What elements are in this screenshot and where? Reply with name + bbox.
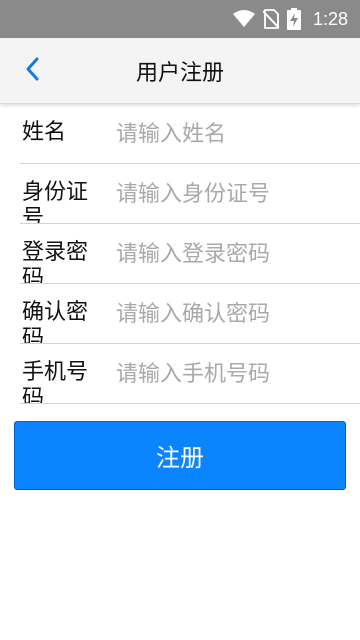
id-number-label: 身份证号 (22, 180, 89, 224)
phone-input[interactable] (116, 354, 356, 394)
status-bar: 1:28 (0, 0, 360, 38)
name-row: 姓名 (20, 104, 360, 164)
status-time: 1:28 (312, 8, 348, 29)
phone-row: 手机号码 (20, 344, 360, 404)
name-label: 姓名 (22, 120, 67, 145)
password-label: 登录密码 (22, 240, 89, 284)
password-input[interactable] (116, 234, 356, 274)
id-number-row: 身份证号 (20, 164, 360, 224)
name-input[interactable] (116, 114, 356, 154)
app-bar: 用户注册 (0, 38, 360, 104)
confirm-password-input[interactable] (116, 294, 356, 334)
phone-label: 手机号码 (22, 360, 89, 404)
wifi-icon (232, 10, 255, 28)
confirm-password-row: 确认密码 (20, 284, 360, 344)
no-sim-icon (262, 9, 279, 29)
confirm-password-label: 确认密码 (22, 300, 89, 344)
page-title: 用户注册 (135, 61, 224, 86)
register-button[interactable]: 注册 (14, 421, 346, 490)
battery-charging-icon (286, 8, 301, 30)
id-number-input[interactable] (116, 174, 356, 214)
registration-form: 姓名 身份证号 登录密码 确认密码 手机号码 (0, 104, 360, 404)
password-row: 登录密码 (20, 224, 360, 284)
